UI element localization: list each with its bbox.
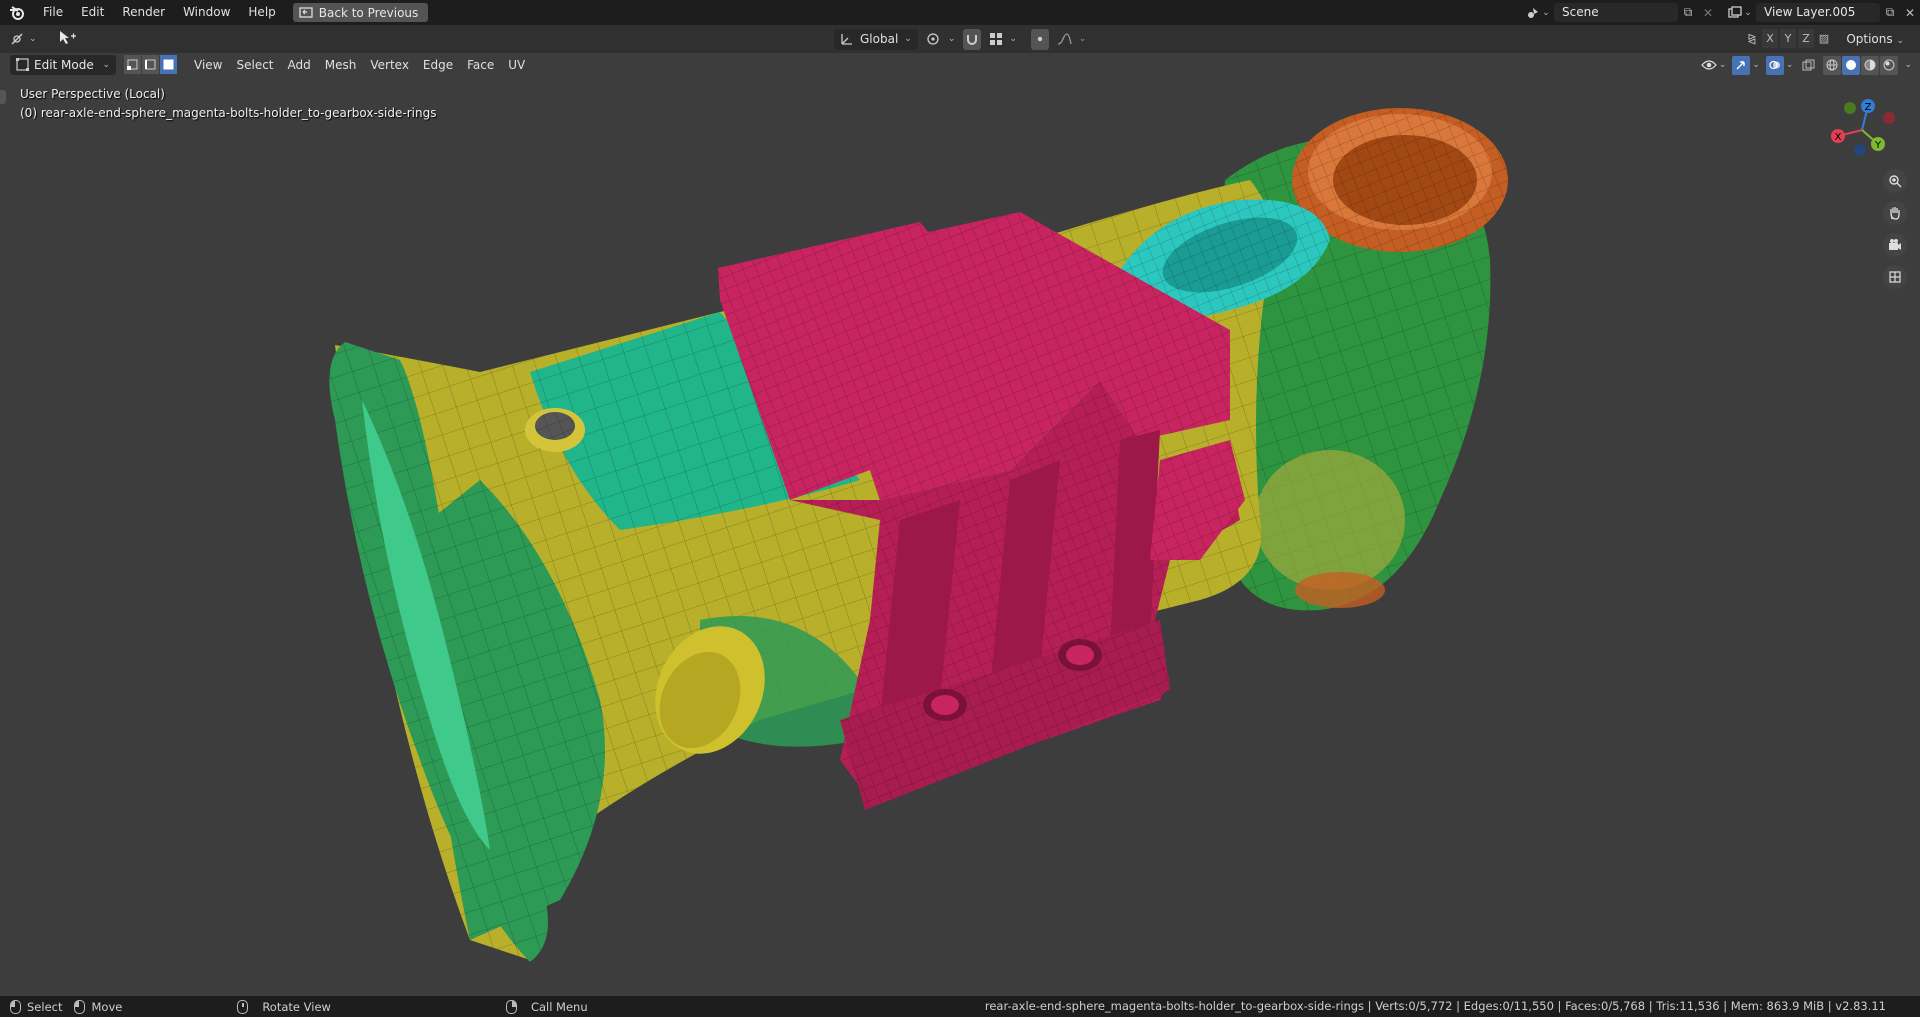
shading-options-icon[interactable]: ⌄ (1904, 60, 1912, 70)
visibility-selectability-dropdown[interactable]: ⌄ (1700, 59, 1726, 71)
wireframe-shading-icon[interactable] (1823, 55, 1842, 75)
edit-mode-icon (16, 58, 29, 71)
transform-orientation-select[interactable]: Global ⌄ (834, 28, 918, 50)
delete-view-layer-icon[interactable]: ✕ (1900, 3, 1920, 22)
mirror-x-button[interactable]: X (1762, 29, 1778, 48)
pivot-icon (927, 33, 939, 45)
status-hint-menu: Call Menu (505, 999, 588, 1014)
magnet-icon (967, 35, 978, 45)
snap-target-select[interactable]: ⌄ (987, 29, 1019, 50)
viewport-shading-buttons (1823, 55, 1899, 75)
status-select-label: Select (27, 999, 63, 1014)
overlays-toggle-icon[interactable] (1765, 55, 1784, 75)
snap-grid-icon (990, 33, 1003, 45)
auto-merge-icon[interactable]: ▨ (1816, 29, 1832, 48)
zoom-icon[interactable] (1883, 169, 1907, 193)
svg-text:Y: Y (1874, 140, 1882, 151)
ortho-grid-icon[interactable] (1883, 265, 1907, 289)
view-layer-field[interactable]: View Layer.005 (1756, 3, 1880, 22)
view-layer-selector-icon[interactable]: ⌄ (1724, 3, 1756, 22)
falloff-select[interactable]: ⌄ (1055, 29, 1089, 50)
overlays-dropdown[interactable]: ⌄ (1765, 55, 1793, 75)
mirror-toggle-icon[interactable]: ⧎ (1744, 29, 1760, 48)
menu-file[interactable]: File (34, 0, 72, 25)
menu-help[interactable]: Help (239, 0, 284, 25)
status-bar: Select Move Rotate View Call Menu rear-a… (0, 996, 1920, 1017)
gizmo-toggle-icon[interactable] (1732, 55, 1751, 75)
menu-edit[interactable]: Edit (72, 0, 113, 25)
mirror-y-button[interactable]: Y (1780, 29, 1796, 48)
tool-header: ⌄ Global ⌄ ⌄ ⌄ ⌄ ⧎ X Y Z ▨ Options ⌄ (0, 25, 1920, 53)
mouse-right-icon (505, 999, 517, 1014)
back-to-previous-label: Back to Previous (318, 5, 419, 20)
screen-back-icon (299, 6, 313, 18)
svg-text:Z: Z (1865, 102, 1872, 113)
menu-uv[interactable]: UV (501, 55, 532, 75)
face-select-icon[interactable] (160, 55, 177, 74)
delete-scene-icon[interactable]: ✕ (1698, 3, 1718, 22)
xray-toggle-icon[interactable] (1799, 56, 1817, 75)
menu-render[interactable]: Render (113, 0, 174, 25)
viewport-navigation-buttons (1883, 169, 1907, 289)
eye-icon (1700, 60, 1717, 70)
mirror-axes: ⧎ X Y Z ▨ (1744, 29, 1832, 48)
camera-view-icon[interactable] (1883, 233, 1907, 257)
falloff-curve-icon (1057, 33, 1072, 45)
menu-window[interactable]: Window (174, 0, 239, 25)
back-to-previous-button[interactable]: Back to Previous (292, 3, 429, 22)
svg-text:X: X (1835, 132, 1842, 143)
mouse-drag-icon (74, 999, 86, 1014)
vertex-select-icon[interactable] (124, 55, 141, 74)
menu-vertex[interactable]: Vertex (363, 55, 416, 75)
menu-add[interactable]: Add (281, 55, 318, 75)
top-bar: File Edit Render Window Help Back to Pre… (0, 0, 1920, 25)
interaction-mode-label: Edit Mode (34, 57, 94, 72)
status-rotate-label: Rotate View (262, 999, 331, 1014)
scene-selector-icon[interactable]: ⌄ (1522, 3, 1554, 22)
interaction-mode-select[interactable]: Edit Mode ⌄ (10, 54, 116, 75)
pivot-point-select[interactable]: ⌄ (924, 29, 958, 50)
status-hint-select: Select (10, 999, 63, 1014)
menu-face[interactable]: Face (460, 55, 501, 75)
transform-orientation-label: Global (860, 32, 899, 46)
mouse-left-icon (10, 999, 21, 1014)
viewport-header: Edit Mode ⌄ View Select Add Mesh Vertex … (0, 53, 1920, 76)
rendered-shading-icon[interactable] (1880, 55, 1899, 75)
new-scene-icon[interactable]: ⧉ (1678, 3, 1698, 22)
scene-name-field[interactable]: Scene (1554, 3, 1678, 22)
mesh-select-mode (124, 55, 177, 74)
scene-statistics: rear-axle-end-sphere_magenta-bolts-holde… (984, 999, 1886, 1013)
editor-type-icon (11, 33, 23, 45)
snap-toggle[interactable] (963, 28, 982, 50)
navigation-gizmo[interactable]: Z X Y (1826, 94, 1898, 166)
new-view-layer-icon[interactable]: ⧉ (1880, 3, 1900, 22)
menu-view[interactable]: View (187, 55, 229, 75)
blender-logo-icon[interactable] (0, 0, 34, 25)
active-tool-icon[interactable] (57, 30, 77, 49)
status-hint-move: Move (74, 999, 123, 1014)
editor-type-selector[interactable]: ⌄ (10, 32, 37, 46)
3d-viewport[interactable]: User Perspective (Local) (0) rear-axle-e… (0, 76, 1920, 996)
mouse-middle-icon (237, 999, 249, 1014)
options-label: Options (1846, 32, 1893, 46)
gizmo-dropdown[interactable]: ⌄ (1732, 55, 1760, 75)
status-call-menu-label: Call Menu (530, 999, 588, 1014)
edge-select-icon[interactable] (142, 55, 159, 74)
proportional-dot-icon (1037, 36, 1043, 42)
status-move-label: Move (91, 999, 123, 1014)
menu-select[interactable]: Select (229, 55, 280, 75)
pan-hand-icon[interactable] (1883, 201, 1907, 225)
orientation-icon (841, 34, 852, 45)
options-dropdown[interactable]: Options ⌄ (1838, 29, 1912, 49)
mesh-model[interactable] (0, 76, 1920, 996)
proportional-editing-toggle[interactable] (1030, 28, 1049, 50)
menu-mesh[interactable]: Mesh (318, 55, 364, 75)
material-shading-icon[interactable] (1861, 55, 1880, 75)
status-hint-rotate: Rotate View (237, 999, 331, 1014)
mirror-z-button[interactable]: Z (1798, 29, 1814, 48)
solid-shading-icon[interactable] (1842, 55, 1861, 75)
menu-edge[interactable]: Edge (416, 55, 460, 75)
